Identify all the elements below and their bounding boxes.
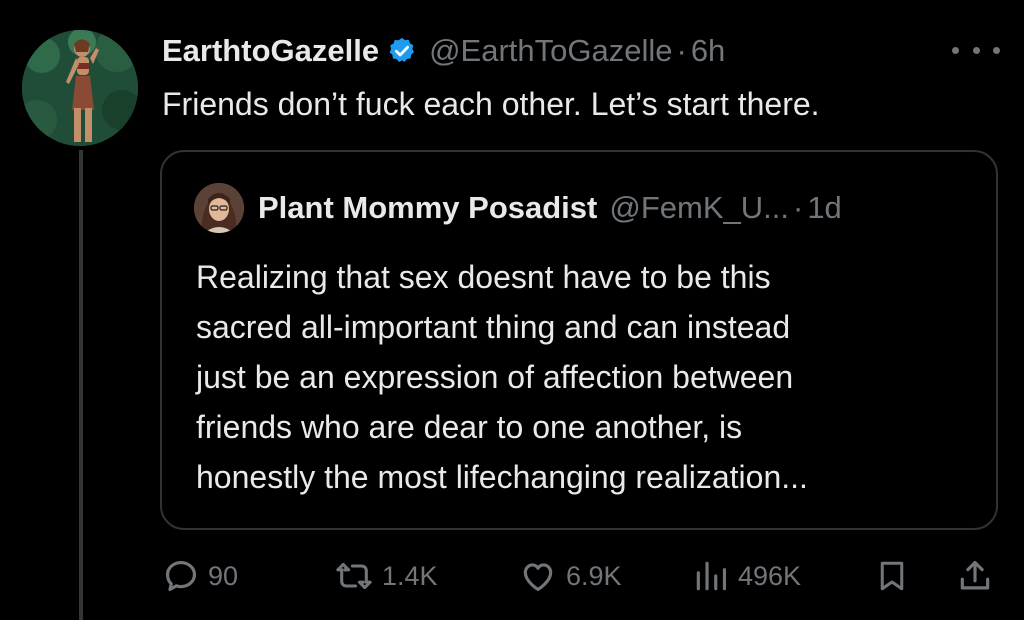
tweet-timestamp[interactable]: 6h [691, 33, 725, 69]
bookmark-button[interactable] [874, 552, 910, 600]
reply-button[interactable]: 90 [162, 552, 238, 600]
author-display-name[interactable]: EarthtoGazelle [162, 33, 379, 69]
views-count: 496K [738, 560, 802, 591]
quoted-text-line: honestly the most lifechanging realizati… [196, 459, 808, 495]
more-options-icon[interactable] [952, 38, 1000, 62]
more-dot [952, 46, 959, 54]
more-dot [972, 46, 980, 54]
quoted-tweet-timestamp: 1d [807, 190, 842, 225]
quoted-author-display-name: Plant Mommy Posadist [258, 190, 598, 225]
separator-dot: · [676, 33, 687, 68]
reply-count: 90 [208, 560, 239, 591]
quoted-text-line: Realizing that sex doesnt have to be thi… [196, 259, 771, 295]
tweet-action-bar: 90 1.4K 6.9K 496K [162, 552, 1002, 600]
share-button[interactable] [956, 552, 994, 600]
bookmark-icon [874, 557, 910, 595]
tweet-body-text: Friends don’t fuck each other. Let’s sta… [162, 86, 820, 122]
author-avatar[interactable] [22, 30, 138, 146]
repost-button[interactable]: 1.4K [334, 552, 438, 600]
quoted-tweet-card[interactable]: Plant Mommy Posadist @FemK_U... · 1d Rea… [160, 150, 998, 530]
separator-dot: · [792, 190, 804, 225]
heart-icon [518, 557, 558, 595]
author-handle[interactable]: @EarthToGazelle [429, 33, 672, 69]
views-button[interactable]: 496K [692, 552, 801, 600]
thread-connector-line [79, 150, 83, 620]
more-dot [993, 46, 1000, 54]
quoted-text-line: just be an expression of affection betwe… [196, 359, 794, 395]
like-button[interactable]: 6.9K [518, 552, 622, 600]
repost-icon [334, 557, 374, 595]
quoted-tweet-body-text: Realizing that sex doesnt have to be thi… [196, 252, 976, 502]
verified-badge-icon [387, 36, 417, 66]
quoted-text-line: friends who are dear to one another, is [196, 409, 743, 445]
quoted-text-line: sacred all-important thing and can inste… [196, 309, 791, 345]
share-icon [956, 557, 994, 595]
reply-icon [162, 557, 200, 595]
tweet-header: EarthtoGazelle @EarthToGazelle · 6h [162, 28, 725, 74]
repost-count: 1.4K [382, 560, 438, 591]
views-chart-icon [692, 557, 730, 595]
quoted-author-avatar [194, 183, 244, 233]
quoted-tweet-header: Plant Mommy Posadist @FemK_U... · 1d [194, 182, 842, 234]
quoted-author-handle: @FemK_U... [609, 190, 789, 225]
like-count: 6.9K [566, 560, 622, 591]
